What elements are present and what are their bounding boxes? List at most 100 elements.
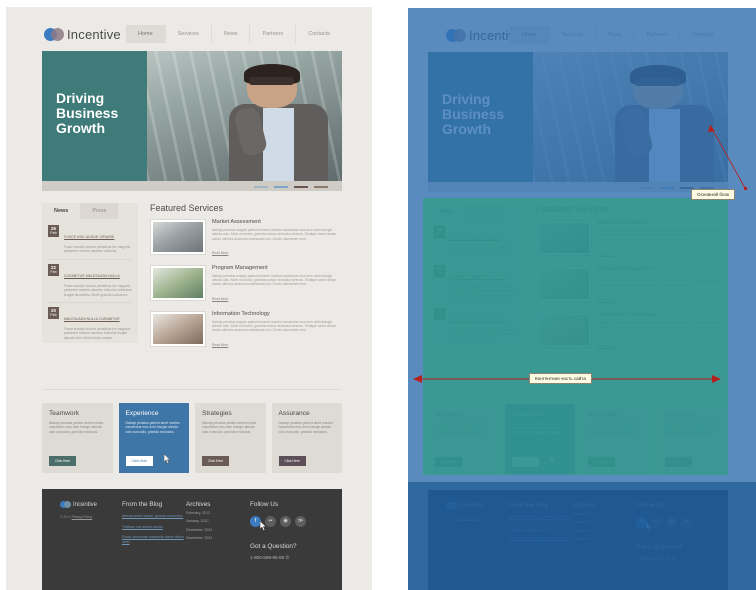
archive-item[interactable]: February, 2012 xyxy=(186,510,250,516)
archive-item[interactable]: December, 2011 xyxy=(186,527,250,533)
footer-follow-column: Follow Us f •• ◉ ≫ Got a Question? 1-800… xyxy=(250,501,328,561)
service-name: Information Technology xyxy=(212,310,270,317)
rss-icon: ≫ xyxy=(681,517,692,528)
news-title[interactable]: CURABITUR MALESUADA NULLA xyxy=(64,274,120,278)
tab-press-copy: Press xyxy=(466,204,505,220)
click-here-button-copy: Click Here xyxy=(435,457,463,467)
phone-number: 1-800-559-65-80 ✆ xyxy=(250,555,328,561)
promo-card-experience[interactable]: Experience Natoqe penatus parient amet m… xyxy=(118,403,189,473)
read-more-link[interactable]: Read More xyxy=(212,297,228,301)
dribbble-icon: ◉ xyxy=(666,517,677,528)
footer-blog-heading-copy: From the Blog xyxy=(508,502,549,509)
click-here-button[interactable]: Click Here xyxy=(278,456,306,466)
promo-card-teamwork-copy: Teamwork Natoqe penatus parient amet mon… xyxy=(428,404,499,474)
footer-archives-heading-copy: Archives xyxy=(572,502,597,509)
promo-cards: Teamwork Natoqe penatus parient amet mon… xyxy=(42,403,342,473)
mouse-cursor-icon xyxy=(646,522,653,532)
privacy-policy-link[interactable]: Privacy Policy xyxy=(72,515,93,519)
card-title-copy: Teamwork xyxy=(435,411,466,418)
hero-line-1-copy: Driving xyxy=(442,91,491,107)
news-title[interactable]: MALESUADA NULLA CURABITUR xyxy=(64,317,120,321)
blog-link-copy: Alesda morbi nundio, gravida cursusnec. xyxy=(508,515,570,519)
card-body: Natoqe penatus parient amet montes nasce… xyxy=(49,421,104,434)
service-name-copy: Information Technology xyxy=(598,311,656,318)
news-month-copy: Feb xyxy=(436,270,443,275)
news-body-copy: Fusce suscipit cumcis penatibus fun magn… xyxy=(450,246,517,255)
hero-slider-copy: Driving Business Growth xyxy=(428,52,728,192)
panel-gutter xyxy=(378,0,408,590)
news-title-copy: MALESUADA NULLA CURABITUR xyxy=(450,318,506,323)
service-body-copy: Natoqe penatus magnis parturient amet mo… xyxy=(598,320,723,334)
list-item-copy: 20 Feb MALESUADA NULLA CURABITUR Fusce sus… xyxy=(434,304,518,346)
read-more-link[interactable]: Read More xyxy=(212,251,228,255)
mouse-cursor-icon xyxy=(260,521,267,531)
service-thumbnail xyxy=(150,219,206,255)
tab-news[interactable]: News xyxy=(42,203,81,219)
nav-item-contacts[interactable]: Contacts xyxy=(295,25,342,43)
blog-link-copy: Tristique orci aceam auctor xyxy=(508,525,549,530)
news-date-badge: 20 Feb xyxy=(48,307,59,320)
news-month: Feb xyxy=(50,231,57,235)
footer-logo-copy: Incentive xyxy=(446,502,508,509)
footer-logo[interactable]: Incentive xyxy=(60,501,122,508)
promo-card-teamwork[interactable]: Teamwork Natoqe penatus parient amet mon… xyxy=(42,403,113,473)
card-title: Experience xyxy=(125,410,159,417)
list-item[interactable]: 25 Feb FUSCE NISL AUGUE ORNARE Fusce sus… xyxy=(48,221,132,260)
featured-services: Featured Services Market Assessment Nato… xyxy=(150,203,342,357)
card-body: Natoqe penatus parient amet montes nasce… xyxy=(202,421,257,434)
nav-item-home[interactable]: Home xyxy=(125,25,165,43)
archive-item-copy: November, 2011 xyxy=(572,537,599,542)
service-row: Program Management Natoqe penatus magnis… xyxy=(150,264,342,305)
card-title-copy: Strategies xyxy=(588,411,618,418)
blog-link[interactable]: Alesda morbi nundio, gravida cursusnec. xyxy=(122,514,186,519)
blog-link[interactable]: Tristique orci aceam auctor xyxy=(122,525,186,530)
click-here-button[interactable]: Click Here xyxy=(49,456,77,466)
news-title[interactable]: FUSCE NISL AUGUE ORNARE xyxy=(64,235,114,239)
archive-item[interactable]: November, 2011 xyxy=(186,535,250,541)
read-more-link-copy: Read More xyxy=(598,343,615,348)
hero-heading-copy: Driving Business Growth xyxy=(442,92,504,137)
hero-line-3-copy: Growth xyxy=(442,121,491,137)
nav-item-news[interactable]: News xyxy=(210,25,250,43)
news-date-badge: 22 Feb xyxy=(48,263,59,276)
service-row: Market Assessment Natoqe penatus magnis … xyxy=(150,219,342,259)
featured-services-title-copy: Featured Services xyxy=(536,204,610,214)
news-body-copy: Fusce suscipit cumcis penatibus fun magn… xyxy=(450,328,517,341)
mouse-cursor-icon xyxy=(550,455,557,465)
slider-dot-1[interactable] xyxy=(254,186,268,188)
promo-card-strategies[interactable]: Strategies Natoqe penatus parient amet m… xyxy=(195,403,266,473)
right-annotated-preview: Incentive Home Services News Partners Co… xyxy=(408,8,756,590)
card-body: Natoqe penatus parient amet montes nasce… xyxy=(278,421,333,434)
rss-icon[interactable]: ≫ xyxy=(295,516,306,527)
dribbble-icon[interactable]: ◉ xyxy=(280,516,291,527)
read-more-link[interactable]: Read More xyxy=(212,343,228,347)
promo-card-assurance[interactable]: Assurance Natoqe penatus parient amet mo… xyxy=(271,403,342,473)
slider-dot-3[interactable] xyxy=(294,186,308,188)
nav-item-services[interactable]: Services xyxy=(164,25,211,43)
logo-circles-icon xyxy=(60,501,71,508)
annotation-label-main-block: Основной блок xyxy=(691,189,736,200)
news-body: Fusce suscipit cumcis penatibus fun magn… xyxy=(64,245,131,254)
news-title-copy: FUSCE NISL AUGUE ORNARE xyxy=(450,236,501,240)
card-body-copy: Natoqe penatus parient amet montes nasce… xyxy=(435,422,490,435)
site-footer-copy: Incentive © 2012 Privacy Policy From the… xyxy=(428,490,728,590)
main-nav: Home Services News Partners Contacts xyxy=(125,25,342,43)
list-item-copy: 25 Feb FUSCE NISL AUGUE ORNARE Fusce susci… xyxy=(434,222,518,261)
site-logo[interactable]: Incentive xyxy=(44,27,121,42)
slider-pagination-copy xyxy=(428,187,728,189)
archive-item[interactable]: January, 2012 xyxy=(186,518,250,524)
slider-dot-2[interactable] xyxy=(274,186,288,188)
slider-dot-4[interactable] xyxy=(314,186,328,188)
service-body-copy: Natoqe penatus magnis parturient amet mo… xyxy=(598,274,723,288)
card-body-copy: Natoqe penatus parient amet montes nasce… xyxy=(588,422,643,435)
click-here-button[interactable]: Click Here xyxy=(125,456,153,466)
blog-link[interactable]: Donec accumcan malesuda donec sitium ame… xyxy=(122,535,186,544)
tab-press[interactable]: Press xyxy=(80,203,119,219)
nav-item-partners[interactable]: Partners xyxy=(249,25,295,43)
click-here-button[interactable]: Click Here xyxy=(202,456,230,466)
hero-photo xyxy=(147,51,342,181)
list-item[interactable]: 20 Feb MALESUADA NULLA CURABITUR Fusce s… xyxy=(48,303,132,345)
list-item[interactable]: 22 Feb CURABITUR MALESUADA NULLA Fusce s… xyxy=(48,260,132,304)
annotated-site-copy: Incentive Home Services News Partners Co… xyxy=(408,8,756,590)
news-month: Feb xyxy=(50,269,57,274)
